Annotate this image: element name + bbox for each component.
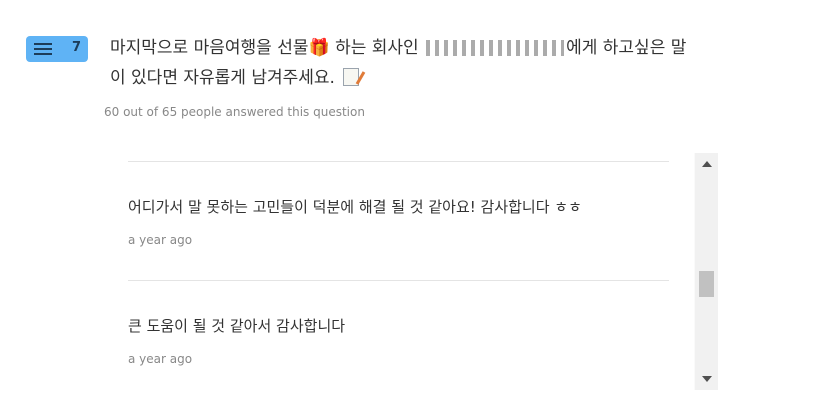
scrollbar-thumb[interactable]: [699, 271, 714, 297]
question-number: 7: [72, 40, 82, 55]
question-number-badge: 7: [26, 36, 88, 62]
question-line1-start: 마지막으로 마음여행을 선물: [110, 38, 309, 58]
scrollbar[interactable]: [695, 153, 718, 390]
question-line1-middle: 하는 회사인: [335, 38, 419, 58]
answer-time: a year ago: [128, 352, 193, 366]
redacted-company-name: [426, 40, 565, 56]
divider: [128, 280, 669, 281]
question-line2: 이 있다면 자유롭게 남겨주세요.: [110, 68, 335, 88]
gift-icon: 🎁: [308, 38, 330, 58]
divider: [128, 161, 669, 162]
answer-count: 60 out of 65 people answered this questi…: [104, 105, 365, 119]
question-text: 마지막으로 마음여행을 선물🎁 하는 회사인 에게 하고싶은 말 이 있다면 자…: [110, 33, 800, 93]
memo-icon: [342, 68, 359, 86]
scroll-down-arrow-icon[interactable]: [695, 370, 718, 388]
answer-text: 어디가서 말 못하는 고민들이 덕분에 해결 될 것 같아요! 감사합니다 ㅎㅎ: [128, 198, 582, 216]
question-line1-end: 에게 하고싶은 말: [566, 38, 687, 58]
answers-list: 어디가서 말 못하는 고민들이 덕분에 해결 될 것 같아요! 감사합니다 ㅎㅎ…: [104, 153, 694, 390]
scroll-up-arrow-icon[interactable]: [695, 155, 718, 173]
list-filter-icon: [34, 42, 52, 56]
answer-text: 큰 도움이 될 것 같아서 감사합니다: [128, 317, 346, 335]
answer-time: a year ago: [128, 233, 193, 247]
answers-panel[interactable]: 어디가서 말 못하는 고민들이 덕분에 해결 될 것 같아요! 감사합니다 ㅎㅎ…: [104, 153, 718, 390]
